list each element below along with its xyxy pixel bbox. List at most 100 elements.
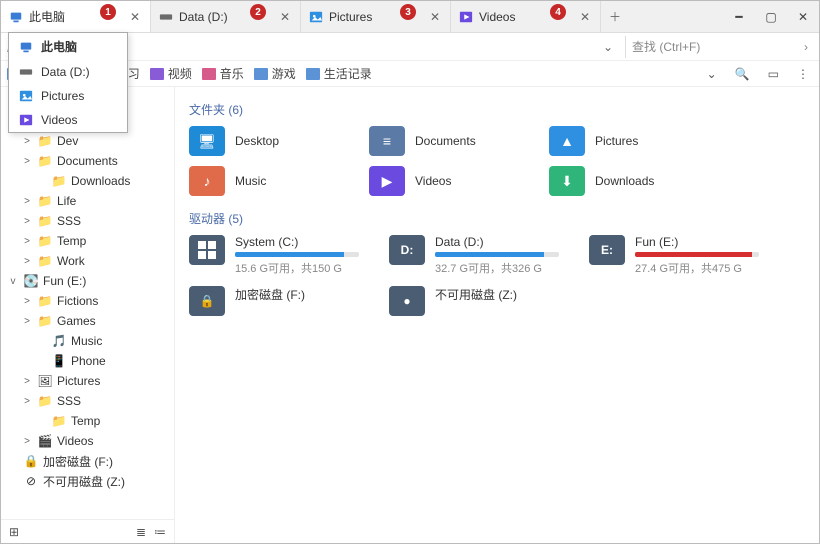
tree-node-icon: 📁 [37, 134, 53, 148]
tab-data-d-[interactable]: Data (D:) 2 ✕ [151, 1, 301, 32]
tree-item[interactable]: > 📁 Fictions [1, 291, 174, 311]
close-icon[interactable]: ✕ [128, 10, 142, 24]
drive-tile-z[interactable]: ● 不可用磁盘 (Z:) [389, 286, 559, 316]
drives-section-header[interactable]: 驱动器 (5) [189, 210, 805, 227]
tree-twist-icon[interactable]: > [21, 296, 33, 307]
tree-twist-icon[interactable]: > [21, 376, 33, 387]
close-icon[interactable]: ✕ [428, 10, 442, 24]
tree-item[interactable]: 🔒 加密磁盘 (F:) [1, 451, 174, 471]
drive-usage-bar [435, 252, 559, 257]
tree-node-icon: 🎬 [37, 434, 53, 448]
tree-twist-icon[interactable]: > [21, 156, 33, 167]
tree-item[interactable]: > 📁 Life [1, 191, 174, 211]
drive-tile-f[interactable]: 🔒 加密磁盘 (F:) [189, 286, 359, 316]
tree-node-label: Temp [57, 234, 174, 248]
drive-tile-d[interactable]: D: Data (D:) 32.7 G可用，共326 G [389, 235, 559, 276]
tab-menu-item[interactable]: Data (D:) [9, 60, 127, 84]
close-button[interactable]: ✕ [787, 1, 819, 33]
drive-icon [189, 235, 225, 265]
tree-node-label: 加密磁盘 (F:) [43, 453, 174, 470]
list-view-icon[interactable]: ≣ [136, 525, 146, 539]
tree-node-label: SSS [57, 214, 174, 228]
tree-item[interactable]: 📱 Phone [1, 351, 174, 371]
quick-folder[interactable]: 游戏 [254, 65, 296, 82]
tab-switcher-menu[interactable]: 此电脑Data (D:)PicturesVideos [8, 32, 128, 133]
new-tab-button[interactable]: ＋ [601, 1, 629, 32]
folder-tile-music[interactable]: ♪ Music [189, 166, 339, 196]
folder-tile-videos[interactable]: ▶ Videos [369, 166, 519, 196]
tree-item[interactable]: > 📁 Games [1, 311, 174, 331]
tab-pictures[interactable]: Pictures 3 ✕ [301, 1, 451, 32]
tab--[interactable]: 此电脑 1 ✕ [1, 1, 151, 32]
tree-item[interactable]: > 📁 Temp [1, 231, 174, 251]
folder-icon [150, 68, 164, 80]
drive-icon: D: [389, 235, 425, 265]
folder-label: Documents [415, 134, 476, 148]
view-icon[interactable]: ▭ [764, 67, 783, 81]
more-icon[interactable]: ⋮ [793, 67, 813, 81]
tree-twist-icon[interactable]: > [21, 436, 33, 447]
folder-tile-documents[interactable]: ≡ Documents [369, 126, 519, 156]
tree-item[interactable]: v 💽 Fun (E:) [1, 271, 174, 291]
tree-twist-icon[interactable]: v [7, 276, 19, 287]
folder-tile-pictures[interactable]: ▲ Pictures [549, 126, 699, 156]
drive-tile-c[interactable]: System (C:) 15.6 G可用，共150 G [189, 235, 359, 276]
folder-tile-desktop[interactable]: 🖥 Desktop [189, 126, 339, 156]
drive-tile-e[interactable]: E: Fun (E:) 27.4 G可用，共475 G [589, 235, 759, 276]
tree-node-icon: 📁 [37, 234, 53, 248]
tree-twist-icon[interactable]: > [21, 196, 33, 207]
folder-icon [306, 68, 320, 80]
tree-item[interactable]: > 📁 Documents [1, 151, 174, 171]
details-view-icon[interactable]: ≔ [154, 525, 166, 539]
address-dropdown[interactable]: ⌄ [597, 40, 619, 54]
tree-twist-icon[interactable]: > [21, 136, 33, 147]
tree-item[interactable]: 📁 Downloads [1, 171, 174, 191]
folder-tile-downloads[interactable]: ⬇ Downloads [549, 166, 699, 196]
tree-item[interactable]: > 🎬 Videos [1, 431, 174, 451]
folder-icon [254, 68, 268, 80]
tree-node-icon: 📁 [51, 174, 67, 188]
search-input[interactable]: 查找 (Ctrl+F) [625, 36, 793, 58]
tab-menu-item[interactable]: Pictures [9, 84, 127, 108]
quick-folder[interactable]: 音乐 [202, 65, 244, 82]
tree-twist-icon[interactable]: > [21, 316, 33, 327]
tab-menu-item[interactable]: Videos [9, 108, 127, 132]
search-icon[interactable]: 🔍 [731, 67, 754, 81]
tree-node-label: Music [71, 334, 174, 348]
tree-node-label: Pictures [57, 374, 174, 388]
close-icon[interactable]: ✕ [578, 10, 592, 24]
drive-icon: ● [389, 286, 425, 316]
close-icon[interactable]: ✕ [278, 10, 292, 24]
pictures-icon [309, 10, 323, 24]
chevron-right-icon[interactable]: › [799, 40, 813, 54]
maximize-button[interactable]: ▢ [755, 1, 787, 33]
tree-item[interactable]: > 📁 SSS [1, 391, 174, 411]
tree-item[interactable]: > 🖼 Pictures [1, 371, 174, 391]
folders-section-header[interactable]: 文件夹 (6) [189, 101, 805, 118]
tab-menu-item[interactable]: 此电脑 [9, 33, 127, 60]
apps-icon[interactable]: ⊞ [9, 525, 19, 539]
tree-twist-icon[interactable]: > [21, 396, 33, 407]
minimize-button[interactable]: ━ [723, 1, 755, 33]
expand-icon[interactable]: ⌄ [703, 67, 721, 81]
videos-icon [19, 113, 33, 127]
tree-item[interactable]: 🎵 Music [1, 331, 174, 351]
tree-item[interactable]: > 📁 SSS [1, 211, 174, 231]
tree-item[interactable]: 📁 Temp [1, 411, 174, 431]
drive-usage-text: 32.7 G可用，共326 G [435, 260, 559, 276]
tree-item[interactable]: ⊘ 不可用磁盘 (Z:) [1, 471, 174, 491]
navigation-tree: > 📁 Apps> 📁 Desktop> 📁 Dev> 📁 Documents … [1, 87, 175, 543]
tree-node-label: Fun (E:) [43, 274, 174, 288]
main-content: 文件夹 (6) 🖥 Desktop ≡ Documents ▲ Pictures ♪ … [175, 87, 819, 543]
tree-item[interactable]: > 📁 Work [1, 251, 174, 271]
tree-twist-icon[interactable]: > [21, 236, 33, 247]
tree-node-icon: 📁 [37, 394, 53, 408]
tree-twist-icon[interactable]: > [21, 216, 33, 227]
pc-icon [9, 10, 23, 24]
tree-twist-icon[interactable]: > [21, 256, 33, 267]
quick-folder[interactable]: 视频 [150, 65, 192, 82]
drive-label: 加密磁盘 (F:) [235, 286, 359, 303]
tab-videos[interactable]: Videos 4 ✕ [451, 1, 601, 32]
quick-folder[interactable]: 生活记录 [306, 65, 372, 82]
tree-item[interactable]: > 📁 Dev [1, 131, 174, 151]
